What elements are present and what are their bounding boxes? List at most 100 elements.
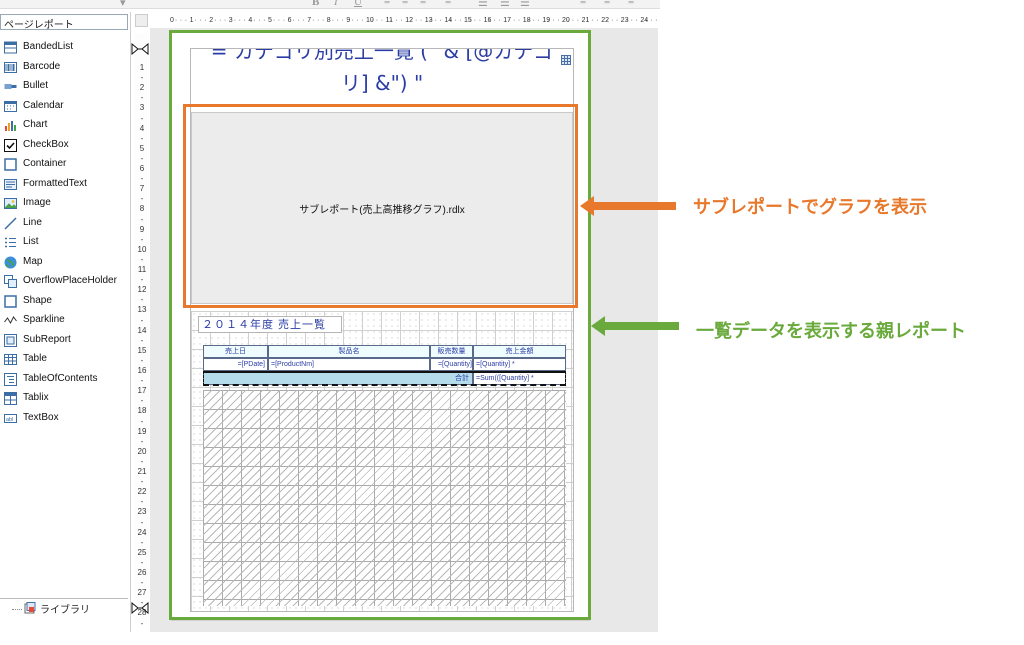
ruler-tick-mark: ·: [586, 17, 589, 24]
shape-icon: [4, 294, 17, 308]
toolbox-item-sparkline[interactable]: Sparkline: [0, 311, 130, 330]
ruler-tick-mark: -: [140, 194, 144, 204]
image-icon: [4, 198, 17, 209]
ruler-tick-mark: ·: [199, 17, 202, 24]
ruler-tick-label: 1: [189, 17, 194, 24]
toolbox-item-tableofcontents[interactable]: TableOfContents: [0, 370, 130, 389]
ruler-tick-mark: -: [140, 153, 144, 163]
indent-icon[interactable]: ☰: [500, 0, 510, 8]
toolbox-item-formattedtext[interactable]: FormattedText: [0, 175, 130, 194]
ruler-tick-mark: ·: [179, 17, 183, 24]
outdent-icon[interactable]: ☰: [520, 0, 530, 8]
ruler-tick-label: 3: [139, 103, 145, 113]
bottom-margin-marker-icon[interactable]: [131, 602, 149, 614]
ruler-tick-mark: -: [140, 456, 144, 466]
toolbox-item-subreport[interactable]: SubReport: [0, 331, 130, 350]
toolbox-item-textbox[interactable]: abl TextBox: [0, 409, 130, 428]
ruler-tick-mark: -: [140, 315, 144, 325]
toolbox-item-line[interactable]: Line: [0, 214, 130, 233]
ruler-tick-label: 19: [137, 426, 147, 436]
top-margin-marker-icon[interactable]: [131, 43, 149, 55]
ruler-tick-label: 1: [139, 63, 145, 72]
ruler-tick-mark: ·: [214, 17, 217, 24]
ruler-tick-mark: ·: [400, 17, 403, 24]
toolbox-item-shape[interactable]: Shape: [0, 292, 130, 311]
library-label[interactable]: ライブラリ: [40, 601, 90, 616]
ruler-tick-mark: ·: [395, 17, 398, 24]
ruler-tick-mark: ·: [233, 17, 237, 24]
align-top-icon[interactable]: ≡: [604, 0, 610, 8]
toolbox-item-checkbox[interactable]: CheckBox: [0, 136, 130, 155]
toolbox-header[interactable]: ページレポート: [0, 14, 128, 31]
ruler-tick-label: 14: [137, 325, 147, 335]
align-center-icon[interactable]: ≡: [402, 0, 408, 8]
ruler-tick-mark: -: [140, 436, 144, 446]
ruler-tick-mark: ·: [478, 17, 482, 24]
ruler-tick-label: 13: [137, 305, 147, 315]
ruler-tick-mark: -: [140, 73, 144, 83]
toolbox-item-label: Chart: [23, 119, 48, 130]
toolbox-item-map[interactable]: Map: [0, 253, 130, 272]
calendar-icon: [4, 100, 17, 112]
toolbox-item-table[interactable]: Table: [0, 350, 130, 369]
toolbox-item-tablix[interactable]: Tablix: [0, 389, 130, 408]
subreport-callout: サブレポートでグラフを表示: [693, 197, 927, 218]
toolbox-panel: ページレポート BandedList Barcode Bullet Calendar C…: [0, 12, 131, 645]
toolbox-item-barcode[interactable]: Barcode: [0, 58, 130, 77]
ruler-tick-mark: ·: [517, 17, 521, 24]
align-middle-icon[interactable]: ≡: [628, 0, 634, 8]
ruler-tick-label: 7: [307, 17, 312, 24]
format-icon[interactable]: ≡: [580, 0, 586, 8]
align-left-icon[interactable]: ≡: [384, 0, 390, 8]
ruler-tick-label: 24: [137, 527, 147, 537]
ruler-tick-label: 6: [287, 17, 292, 24]
ruler-tick-mark: ·: [650, 17, 653, 24]
ruler-tick-mark: ·: [498, 17, 501, 24]
ruler-tick-mark: -: [140, 295, 144, 305]
toolbox-item-bandedlist[interactable]: BandedList: [0, 38, 130, 57]
ruler-tick-mark: ·: [552, 17, 555, 24]
ruler-tick-mark: ·: [532, 17, 535, 24]
toolbox-item-label: Line: [23, 216, 42, 228]
ruler-tick-label: 4: [139, 123, 145, 133]
formatted-text-icon: [4, 178, 17, 190]
ruler-tick-mark: -: [140, 275, 144, 285]
toolbox-item-list[interactable]: List: [0, 233, 130, 252]
toolbox-item-calendar[interactable]: Calendar: [0, 97, 130, 116]
ruler-tick-mark: ·: [655, 17, 658, 24]
ruler-tick-mark: ·: [591, 17, 594, 24]
underline-icon[interactable]: U: [354, 0, 362, 8]
toolbox-item-chart[interactable]: Chart: [0, 116, 130, 135]
toolbox-item-bullet[interactable]: Bullet: [0, 77, 130, 96]
ruler-tick-label: 26: [137, 568, 147, 577]
ruler-tick-mark: ·: [321, 17, 325, 24]
ruler-tick-label: 16: [137, 366, 147, 375]
bold-icon[interactable]: B: [312, 0, 319, 8]
toolbox-item-overflowplaceholder[interactable]: OverflowPlaceHolder: [0, 272, 130, 291]
line-icon: [4, 216, 17, 230]
dropdown-arrow-icon[interactable]: ▾: [120, 0, 126, 8]
ruler-tick-mark: ·: [317, 17, 320, 24]
list-format-icon[interactable]: ☰: [478, 0, 488, 8]
ruler-tick-mark: ·: [547, 17, 550, 24]
ruler-tick-mark: -: [140, 477, 144, 487]
ruler-tick-mark: -: [140, 174, 144, 184]
ruler-tick-mark: ·: [223, 17, 227, 24]
ruler-tick-mark: ·: [219, 17, 222, 24]
toolbox-item-label: Image: [23, 197, 51, 208]
align-right-icon[interactable]: ≡: [420, 0, 426, 8]
ruler-tick-mark: ·: [611, 17, 614, 24]
ruler-tick-label: 9: [139, 224, 145, 234]
horizontal-ruler: 0 · · · 1 · · · 2 · · · 3 · · · 4 · · · 5 · · · 6 · · · 7 · · · 8 · · · 9 · · ·…: [166, 15, 660, 27]
toolbox-item-label: BandedList: [23, 41, 74, 52]
container-icon: [4, 158, 17, 171]
ruler-tick-mark: ·: [434, 17, 437, 24]
justify-icon[interactable]: ≡: [445, 0, 451, 8]
toolbox-item-image[interactable]: Image: [0, 194, 130, 213]
ruler-tick-mark: ·: [277, 17, 281, 24]
italic-icon[interactable]: I: [334, 0, 338, 8]
ruler-tick-mark: ·: [370, 17, 374, 24]
ruler-tick-mark: ·: [272, 17, 276, 24]
toolbox-item-label: List: [23, 236, 39, 247]
toolbox-item-container[interactable]: Container: [0, 155, 130, 174]
